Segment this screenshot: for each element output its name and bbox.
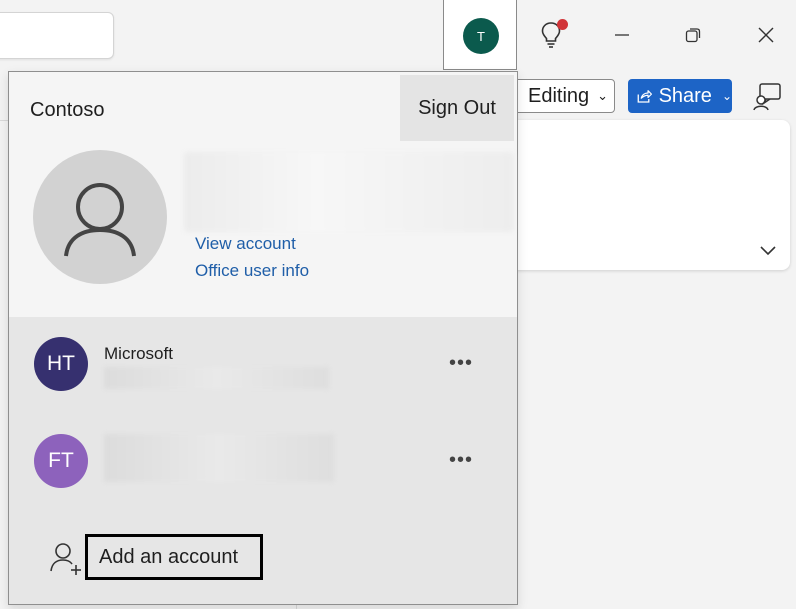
sign-out-button[interactable]: Sign Out: [400, 75, 514, 141]
view-account-link[interactable]: View account: [195, 234, 296, 254]
account-avatar: FT: [34, 434, 88, 488]
profile-avatar: [33, 150, 167, 284]
account-avatar: T: [463, 18, 499, 54]
editing-mode-button[interactable]: Editing ⌄: [505, 79, 615, 113]
notification-dot: [557, 19, 568, 30]
chevron-down-icon: ⌄: [597, 88, 609, 103]
organization-name: Contoso: [30, 99, 105, 121]
chevron-down-icon: ⌄: [721, 89, 732, 103]
minimize-icon[interactable]: [607, 20, 637, 50]
minimize-glyph: [615, 34, 629, 36]
share-icon: [637, 90, 653, 103]
title-bar: T: [0, 0, 796, 70]
add-account-button[interactable]: Add an account: [42, 534, 302, 584]
share-label: Share: [658, 84, 712, 107]
account-row-ht[interactable]: HT Microsoft •••: [9, 317, 517, 413]
add-account-label: Add an account: [85, 534, 263, 580]
editing-label: Editing: [528, 84, 590, 107]
account-avatar: HT: [34, 337, 88, 391]
close-glyph: [758, 27, 774, 43]
person-icon: [64, 183, 136, 257]
chevron-glyph: [760, 246, 776, 256]
more-options-icon[interactable]: •••: [445, 446, 477, 474]
redacted-account-details: [104, 434, 334, 482]
background-divider: [0, 120, 8, 121]
search-box[interactable]: [0, 12, 114, 59]
chevron-down-icon[interactable]: [756, 238, 780, 262]
share-button[interactable]: Share ⌄: [628, 79, 732, 113]
redacted-user-details: [184, 152, 514, 232]
lightbulb-icon[interactable]: [536, 19, 568, 50]
restore-glyph: [685, 28, 701, 43]
ribbon-panel: [505, 120, 790, 270]
comments-icon[interactable]: [752, 80, 784, 112]
account-name: Microsoft: [104, 344, 173, 363]
account-row-ft[interactable]: FT •••: [9, 414, 517, 510]
restore-icon[interactable]: [678, 20, 708, 50]
add-person-icon: [46, 538, 86, 578]
comments-glyph: [753, 83, 781, 111]
close-icon[interactable]: [751, 20, 781, 50]
account-button[interactable]: T: [443, 0, 517, 70]
add-person-glyph: [50, 543, 81, 575]
more-options-icon[interactable]: •••: [445, 349, 477, 377]
office-user-info-link[interactable]: Office user info: [195, 261, 309, 281]
account-flyout: Contoso Sign Out View account Office use…: [8, 71, 518, 605]
redacted-account-email: [104, 367, 329, 389]
background-divider: [296, 605, 297, 609]
